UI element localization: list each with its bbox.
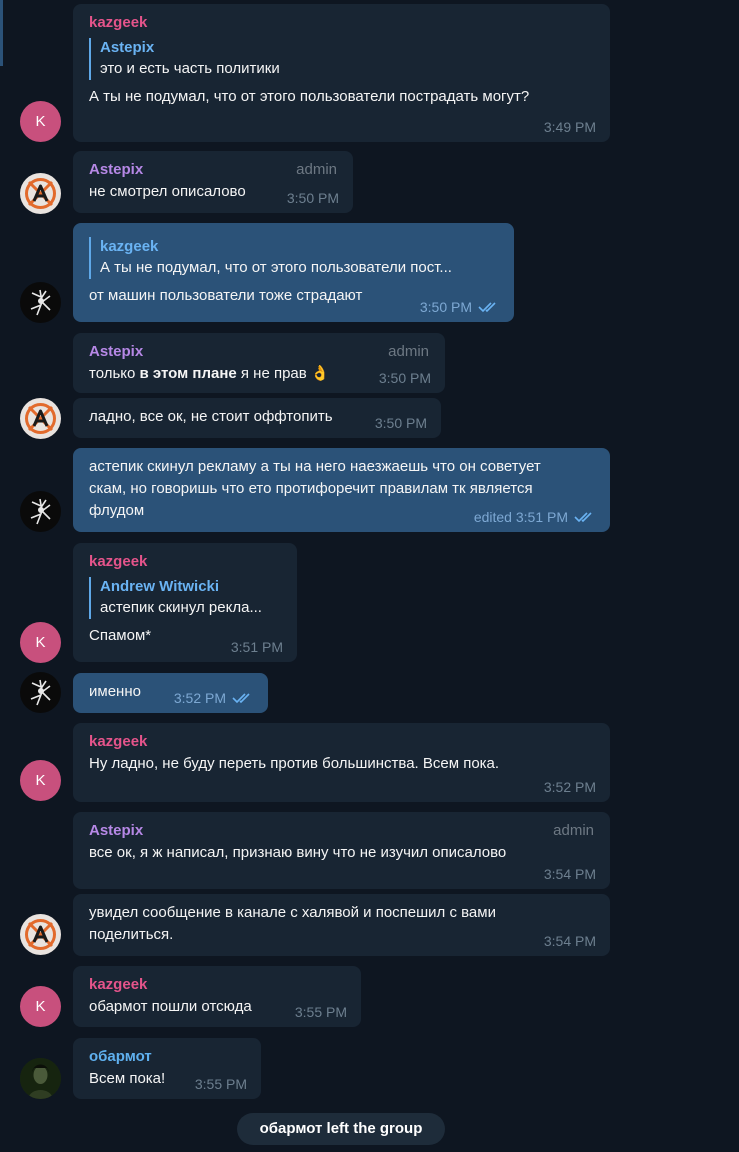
message-bubble[interactable]: kazgeek Andrew Witwicki астепик скинул р… bbox=[73, 543, 297, 662]
message-bubble[interactable]: ладно, все ок, не стоит оффтопить 3:50 P… bbox=[73, 398, 441, 438]
spider-avatar-icon bbox=[30, 679, 51, 706]
reply-name: kazgeek bbox=[100, 238, 159, 255]
sender-name[interactable]: обармот bbox=[89, 1046, 245, 1068]
message-bubble-outgoing[interactable]: именно 3:52 PM bbox=[73, 673, 268, 713]
message-meta: 3:50 PM bbox=[420, 296, 500, 318]
avatar-kazgeek[interactable]: K bbox=[20, 622, 61, 663]
avatar-astepix[interactable] bbox=[20, 914, 61, 955]
sender-name[interactable]: kazgeek bbox=[89, 731, 594, 753]
avatar-kazgeek[interactable]: K bbox=[20, 986, 61, 1027]
message-meta: 3:50 PM bbox=[375, 412, 427, 434]
reply-quote[interactable]: Astepix это и есть часть политики bbox=[89, 38, 594, 80]
message-time: 3:50 PM bbox=[378, 370, 431, 386]
reply-quote[interactable]: kazgeek А ты не подумал, что от этого по… bbox=[89, 237, 498, 279]
astepix-logo-icon bbox=[25, 178, 56, 209]
astepix-logo-icon bbox=[25, 919, 56, 950]
message-meta: 3:51 PM bbox=[231, 636, 283, 658]
message-time: 3:54 PM bbox=[543, 933, 596, 949]
reply-name: Astepix bbox=[100, 39, 155, 56]
sender-name[interactable]: Astepix bbox=[89, 341, 143, 363]
sender-name[interactable]: kazgeek bbox=[89, 12, 594, 34]
avatar-andrew-witwicki[interactable] bbox=[20, 282, 61, 323]
message-text: Ну ладно, не буду переть против большинс… bbox=[89, 755, 500, 772]
message-meta: edited 3:51 PM bbox=[474, 506, 596, 528]
left-accent-bar bbox=[0, 0, 3, 66]
reply-name: Andrew Witwicki bbox=[100, 578, 220, 595]
message-bubble[interactable]: kazgeek Astepix это и есть часть политик… bbox=[73, 4, 610, 142]
avatar-andrew-witwicki[interactable] bbox=[20, 672, 61, 713]
double-check-icon bbox=[478, 302, 496, 313]
message-bubble[interactable]: Astepix admin только в этом плане я не п… bbox=[73, 333, 445, 393]
message-bubble[interactable]: обармот Всем пока! 3:55 PM bbox=[73, 1038, 261, 1099]
person-photo-icon bbox=[20, 1058, 61, 1099]
message-time: 3:51 PM bbox=[230, 639, 283, 655]
message-bubble[interactable]: увидел сообщение в канале с халявой и по… bbox=[73, 894, 610, 956]
avatar-astepix[interactable] bbox=[20, 173, 61, 214]
message-meta: 3:55 PM bbox=[295, 1001, 347, 1023]
sender-header: Astepix admin bbox=[89, 820, 594, 842]
message-time: 3:55 PM bbox=[194, 1076, 247, 1092]
message-time: edited 3:51 PM bbox=[473, 509, 568, 525]
spider-avatar-icon bbox=[30, 498, 51, 525]
ok-hand-emoji: 👌 bbox=[310, 365, 330, 382]
spider-avatar-icon bbox=[30, 289, 51, 316]
message-time: 3:52 PM bbox=[543, 779, 596, 795]
double-check-icon bbox=[574, 512, 592, 523]
astepix-logo-icon bbox=[25, 403, 56, 434]
message-meta: 3:54 PM bbox=[544, 863, 596, 885]
reply-quote[interactable]: Andrew Witwicki астепик скинул рекла... bbox=[89, 577, 281, 619]
message-time: 3:52 PM bbox=[173, 690, 226, 706]
avatar-astepix[interactable] bbox=[20, 398, 61, 439]
message-time: 3:50 PM bbox=[374, 415, 427, 431]
sender-name[interactable]: Astepix bbox=[89, 159, 143, 181]
message-bubble[interactable]: kazgeek Ну ладно, не буду переть против … bbox=[73, 723, 610, 802]
bold-text: в этом плане bbox=[139, 365, 237, 382]
avatar-kazgeek[interactable]: K bbox=[20, 760, 61, 801]
message-time: 3:54 PM bbox=[543, 866, 596, 882]
message-bubble[interactable]: kazgeek обармот пошли отсюда 3:55 PM bbox=[73, 966, 361, 1027]
message-text: все ок, я ж написал, признаю вину что не… bbox=[89, 844, 507, 861]
message-meta: 3:50 PM bbox=[287, 187, 339, 209]
message-bubble[interactable]: Astepix admin все ок, я ж написал, призн… bbox=[73, 812, 610, 889]
admin-badge: admin bbox=[553, 822, 594, 839]
message-bubble-outgoing[interactable]: астепик скинул рекламу а ты на него наез… bbox=[73, 448, 610, 532]
avatar-kazgeek[interactable]: K bbox=[20, 101, 61, 142]
sender-header: Astepix admin bbox=[89, 341, 429, 363]
sender-header: Astepix admin bbox=[89, 159, 337, 181]
sender-name[interactable]: kazgeek bbox=[89, 974, 345, 996]
message-time: 3:55 PM bbox=[294, 1004, 347, 1020]
reply-text: это и есть часть политики bbox=[100, 60, 280, 77]
message-time: 3:50 PM bbox=[286, 190, 339, 206]
admin-badge: admin bbox=[296, 161, 337, 178]
reply-text: А ты не подумал, что от этого пользовате… bbox=[100, 259, 452, 276]
message-meta: 3:54 PM bbox=[544, 930, 596, 952]
message-meta: 3:50 PM bbox=[379, 367, 431, 389]
avatar-obarmot[interactable] bbox=[20, 1058, 61, 1099]
reply-text: астепик скинул рекла... bbox=[100, 599, 262, 616]
message-bubble-outgoing[interactable]: kazgeek А ты не подумал, что от этого по… bbox=[73, 223, 514, 322]
message-bubble[interactable]: Astepix admin не смотрел описалово 3:50 … bbox=[73, 151, 353, 213]
message-text: А ты не подумал, что от этого пользовате… bbox=[89, 88, 530, 105]
service-message: обармот left the group bbox=[237, 1113, 445, 1145]
admin-badge: admin bbox=[388, 343, 429, 360]
avatar-andrew-witwicki[interactable] bbox=[20, 491, 61, 532]
message-meta: 3:49 PM bbox=[544, 116, 596, 138]
sender-name[interactable]: kazgeek bbox=[89, 551, 281, 573]
double-check-icon bbox=[232, 693, 250, 704]
message-time: 3:50 PM bbox=[419, 299, 472, 315]
message-time: 3:49 PM bbox=[543, 119, 596, 135]
message-meta: 3:52 PM bbox=[544, 776, 596, 798]
sender-name[interactable]: Astepix bbox=[89, 820, 143, 842]
message-meta: 3:55 PM bbox=[195, 1073, 247, 1095]
message-text: увидел сообщение в канале с халявой и по… bbox=[89, 904, 496, 943]
message-meta: 3:52 PM bbox=[174, 687, 254, 709]
